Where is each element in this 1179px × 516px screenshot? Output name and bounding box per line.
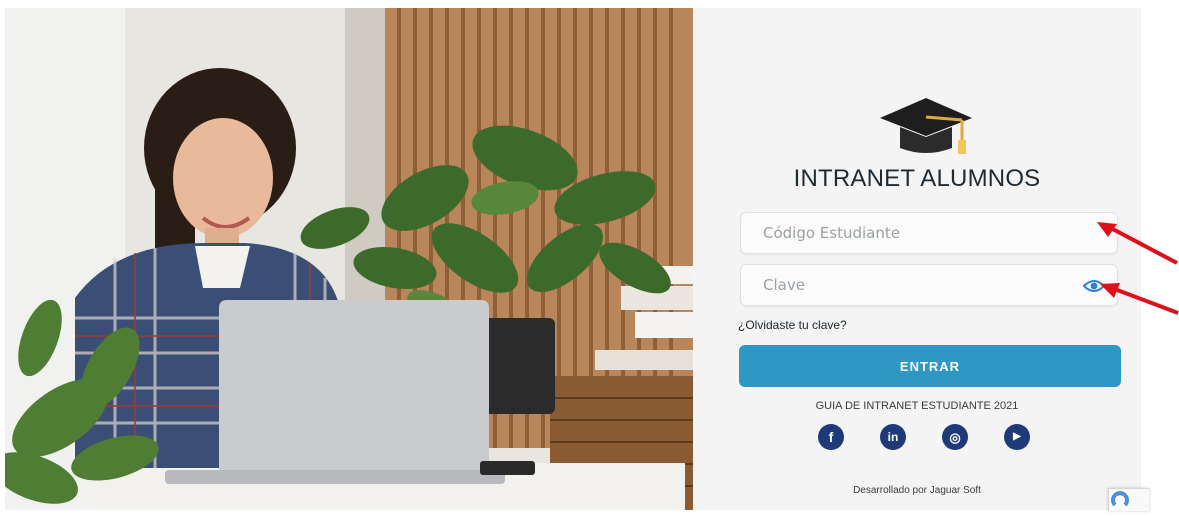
youtube-icon: ▶ bbox=[1013, 431, 1021, 442]
hero-photo bbox=[5, 8, 693, 510]
student-code-field[interactable] bbox=[740, 212, 1118, 254]
youtube-button[interactable]: ▶ bbox=[1004, 424, 1030, 450]
student-code-input[interactable] bbox=[741, 213, 1117, 253]
login-submit-button[interactable]: ENTRAR bbox=[739, 345, 1121, 387]
recaptcha-badge[interactable] bbox=[1108, 488, 1149, 511]
login-panel: INTRANET ALUMNOS ¿Olvidaste tu clave? EN… bbox=[693, 8, 1141, 510]
instagram-button[interactable]: ◎ bbox=[942, 424, 968, 450]
password-input[interactable] bbox=[741, 265, 1117, 305]
instagram-icon: ◎ bbox=[949, 429, 961, 445]
facebook-button[interactable]: f bbox=[818, 424, 844, 450]
graduation-cap-icon bbox=[880, 98, 972, 154]
annotation-arrow-student-code bbox=[1097, 222, 1178, 265]
guide-link[interactable]: GUIA DE INTRANET ESTUDIANTE 2021 bbox=[693, 400, 1141, 412]
recaptcha-icon bbox=[1111, 491, 1129, 507]
developer-credit: Desarrollado por Jaguar Soft bbox=[853, 485, 981, 496]
annotation-arrow-password bbox=[1100, 283, 1179, 315]
facebook-icon: f bbox=[828, 429, 834, 445]
linkedin-icon: in bbox=[887, 430, 899, 444]
student-with-laptop-illustration bbox=[5, 8, 693, 510]
password-field[interactable] bbox=[740, 264, 1118, 306]
forgot-password-link[interactable]: ¿Olvidaste tu clave? bbox=[738, 318, 847, 332]
page-title: INTRANET ALUMNOS bbox=[793, 165, 1041, 192]
linkedin-button[interactable]: in bbox=[880, 424, 906, 450]
